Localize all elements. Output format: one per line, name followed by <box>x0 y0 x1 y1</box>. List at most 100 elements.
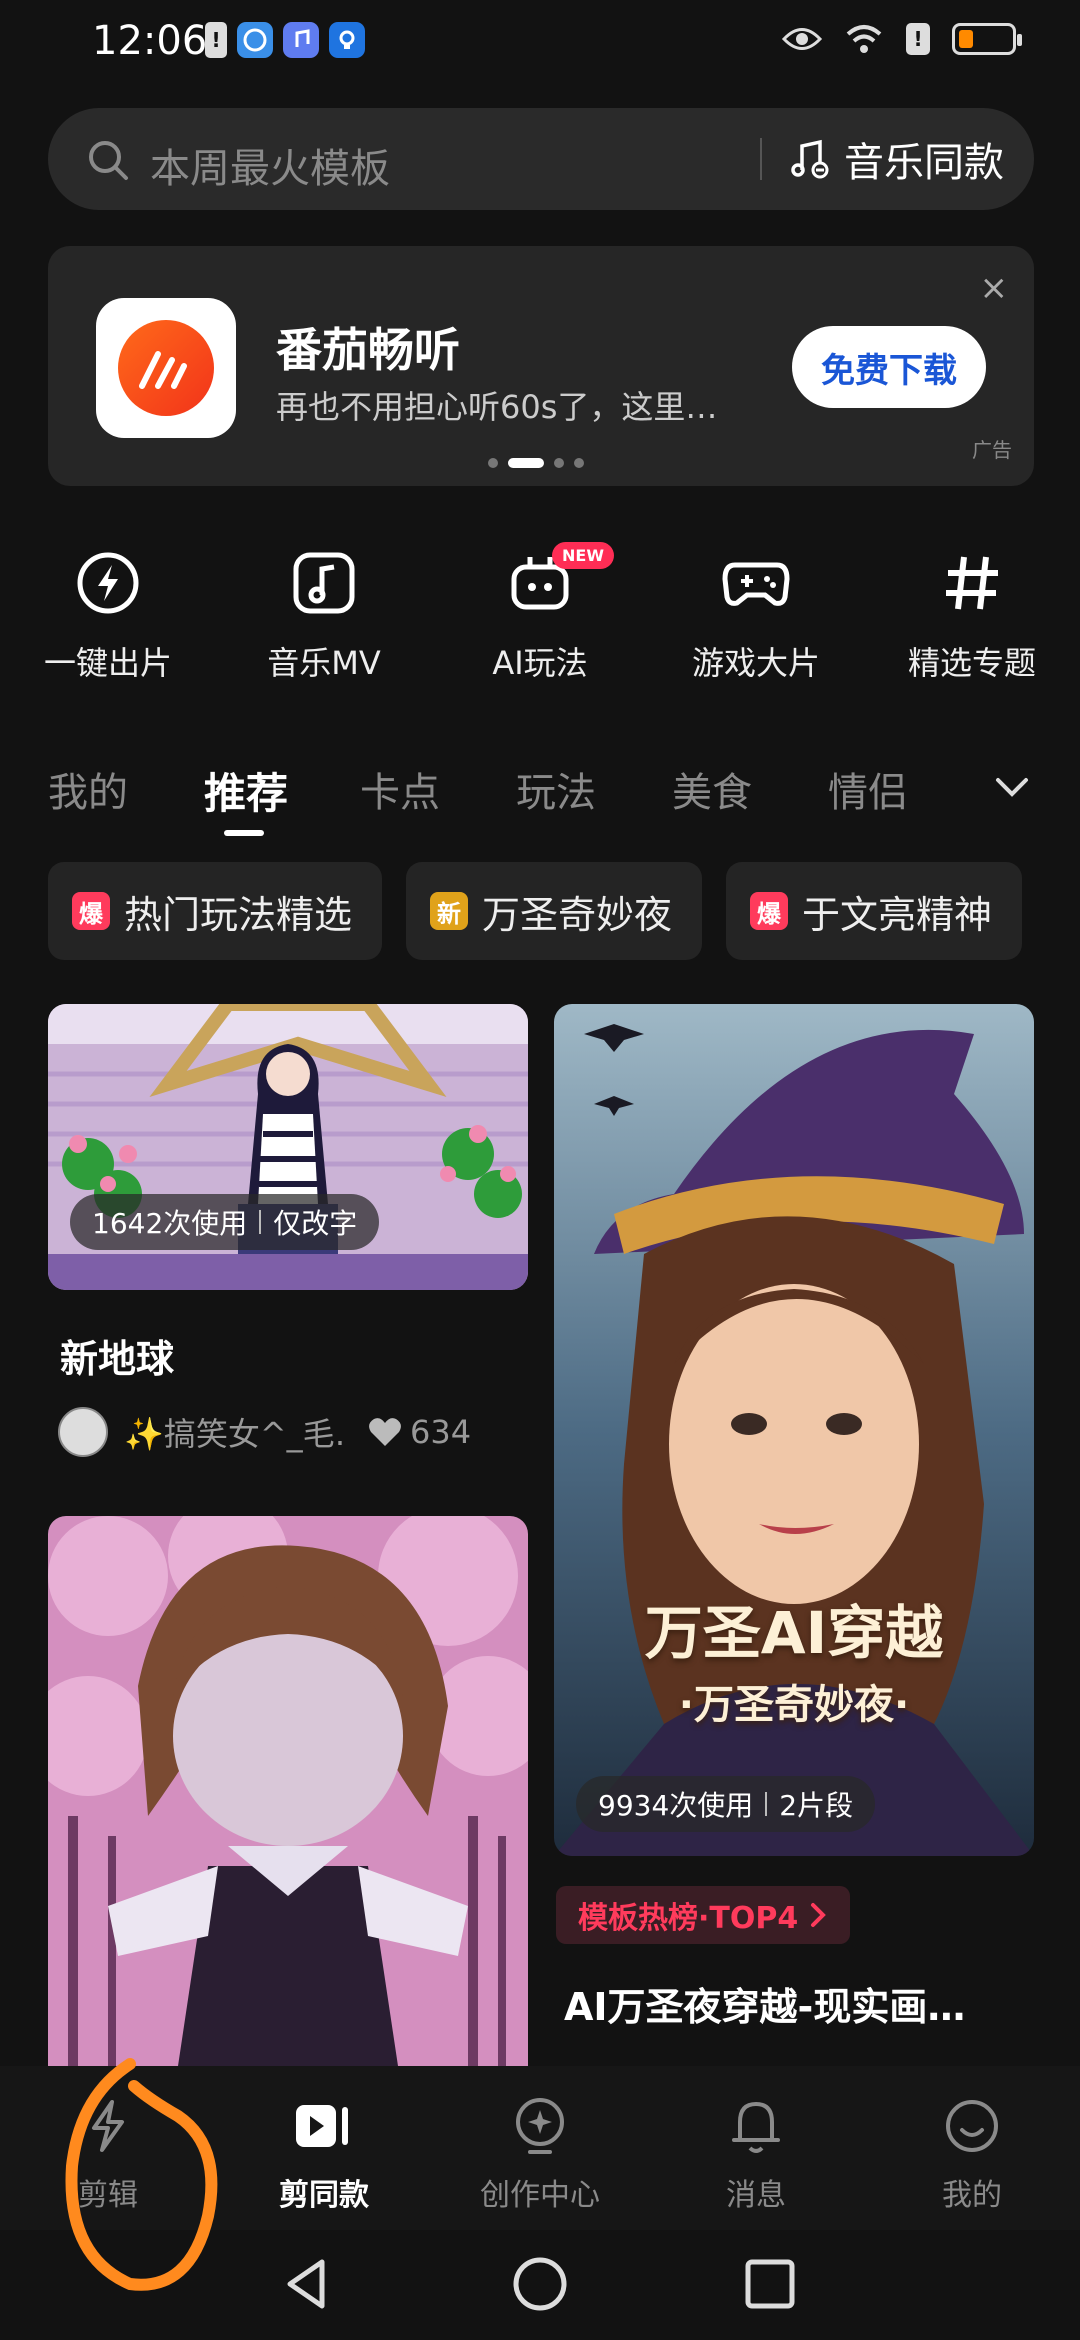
template-card-thumbnail[interactable] <box>48 1516 528 2066</box>
music-app-icon <box>283 22 319 58</box>
back-icon[interactable] <box>276 2252 340 2316</box>
home-icon[interactable] <box>508 2252 572 2316</box>
hot-badge: 爆 <box>72 892 110 930</box>
quick-action-label: AI玩法 <box>492 644 588 682</box>
recent-apps-icon[interactable] <box>738 2252 802 2316</box>
quick-action-featured-topics[interactable]: 精选专题 <box>864 548 1080 698</box>
gamepad-icon <box>722 562 790 606</box>
likes-value: 634 <box>410 1413 472 1451</box>
usage-badge: 1642次使用 仅改字 <box>70 1194 380 1250</box>
chip-yu-wenliang[interactable]: 爆 于文亮精神 <box>726 862 1023 960</box>
nav-label: 消息 <box>726 2178 786 2213</box>
creator-center-icon <box>516 2098 564 2154</box>
heart-icon <box>369 1418 401 1446</box>
tomato-listen-logo-icon <box>139 351 187 389</box>
annotation-circle <box>65 2058 218 2291</box>
battery-icon <box>952 23 1022 55</box>
anime-sakura-thumbnail-image <box>48 1516 528 2066</box>
nav-profile[interactable]: 我的 <box>864 2096 1080 2230</box>
hot-rank-label: 模板热榜·TOP4 <box>578 1901 799 1936</box>
eye-icon <box>782 28 822 50</box>
tab-mine[interactable]: 我的 <box>48 760 128 818</box>
usage-note: 2片段 <box>779 1789 854 1822</box>
ad-carousel-dots <box>488 458 584 468</box>
quick-action-ai-play[interactable]: NEW AI玩法 <box>432 542 648 698</box>
thumbnail-overlay-subtitle: ·万圣奇妙夜· <box>678 1682 910 1728</box>
nav-messages[interactable]: 消息 <box>648 2096 864 2230</box>
quick-action-label: 一键出片 <box>43 644 172 682</box>
bell-icon <box>732 2102 780 2153</box>
chip-halloween[interactable]: 新 万圣奇妙夜 <box>406 862 703 960</box>
template-card-thumbnail[interactable]: 万圣AI穿越 ·万圣奇妙夜· 9934次使用 2片段 <box>554 1004 1034 1856</box>
tab-recommend[interactable]: 推荐 <box>204 760 288 821</box>
ad-label: 广告 <box>972 438 1012 462</box>
status-bar: 12:06 ! ! <box>0 0 1080 90</box>
search-input[interactable]: 本周最火模板 <box>150 136 390 194</box>
quick-actions: 一键出片 音乐MV NEW AI玩法 游戏大片 精选专题 <box>0 542 1080 698</box>
template-title[interactable]: AI万圣夜穿越-现实画… <box>564 1976 1034 2031</box>
tab-couple[interactable]: 情侣 <box>828 760 908 818</box>
search-divider <box>760 138 762 180</box>
avatar[interactable] <box>58 1407 108 1457</box>
play-template-icon <box>296 2105 348 2147</box>
template-meta: ✨搞笑女^_毛… 634 <box>58 1404 498 1460</box>
new-badge: NEW <box>552 542 614 569</box>
usage-count: 9934次使用 <box>598 1789 754 1822</box>
music-same-label: 音乐同款 <box>844 140 1004 186</box>
ad-title: 番茄畅听 <box>276 323 460 377</box>
quick-action-label: 游戏大片 <box>691 644 820 682</box>
hot-badge: 爆 <box>750 892 789 930</box>
active-tab-indicator <box>224 830 264 836</box>
usage-note: 仅改字 <box>273 1207 358 1240</box>
ad-close-button[interactable]: × <box>980 268 1009 308</box>
bulb-icon <box>329 22 365 58</box>
tab-food[interactable]: 美食 <box>672 760 752 818</box>
quick-action-music-mv[interactable]: 音乐MV <box>216 548 432 698</box>
search-bar[interactable]: 本周最火模板 音乐同款 <box>48 108 1034 210</box>
nav-template[interactable]: 剪同款 <box>216 2096 432 2230</box>
nav-label: 我的 <box>942 2178 1002 2213</box>
ad-download-button[interactable]: 免费下载 <box>792 326 986 408</box>
hot-rank-tag[interactable]: 模板热榜·TOP4 <box>556 1886 851 1944</box>
chevron-down-icon[interactable] <box>990 764 1034 808</box>
chip-label: 于文亮精神 <box>802 892 993 937</box>
template-card-thumbnail[interactable]: 1642次使用 仅改字 <box>48 1004 528 1290</box>
topic-chips: 爆 热门玩法精选 新 万圣奇妙夜 爆 于文亮精神 <box>48 862 1080 960</box>
thumbnail-overlay-title: 万圣AI穿越 <box>644 1599 944 1667</box>
browser-icon <box>237 22 273 58</box>
sim-alert-icon: ! <box>906 23 930 55</box>
new-badge: 新 <box>430 892 469 930</box>
nav-creator-center[interactable]: 创作中心 <box>432 2096 648 2230</box>
notification-icons: ! <box>205 22 365 58</box>
quick-action-game[interactable]: 游戏大片 <box>648 548 864 698</box>
status-time: 12:06 <box>92 18 208 64</box>
chip-hot-gameplay[interactable]: 爆 热门玩法精选 <box>48 862 383 960</box>
ad-app-logo <box>96 298 236 438</box>
wifi-icon <box>846 25 882 53</box>
tab-beat[interactable]: 卡点 <box>360 760 440 818</box>
system-icons: ! <box>782 22 1022 56</box>
template-title[interactable]: 新地球 <box>60 1328 174 1383</box>
quick-action-one-click[interactable]: 一键出片 <box>0 548 216 698</box>
quick-action-label: 音乐MV <box>267 644 381 682</box>
quick-action-label: 精选专题 <box>907 644 1036 682</box>
search-icon <box>89 141 128 180</box>
chevron-right-icon <box>811 1903 827 1927</box>
nav-label: 创作中心 <box>480 2178 600 2213</box>
usage-badge: 9934次使用 2片段 <box>576 1776 876 1832</box>
carousel-dot <box>574 458 584 468</box>
alert-icon: ! <box>205 22 227 58</box>
music-note-icon <box>293 552 355 614</box>
author-name[interactable]: ✨搞笑女^_毛… <box>124 1409 344 1455</box>
ad-banner[interactable]: 番茄畅听 再也不用担心听60s了，这里… 免费下载 × 广告 <box>48 246 1034 486</box>
carousel-dot-active <box>508 458 544 468</box>
music-same-button[interactable]: 音乐同款 <box>788 130 1004 188</box>
tab-gameplay[interactable]: 玩法 <box>516 760 596 818</box>
usage-count: 1642次使用 <box>92 1207 248 1240</box>
hashtag-icon <box>946 556 998 610</box>
category-tabs: 我的 推荐 卡点 玩法 美食 情侣 <box>48 760 1034 840</box>
like-count[interactable]: 634 <box>368 1413 471 1451</box>
profile-smile-icon <box>946 2100 998 2152</box>
lightning-icon <box>77 552 139 614</box>
carousel-dot <box>554 458 564 468</box>
